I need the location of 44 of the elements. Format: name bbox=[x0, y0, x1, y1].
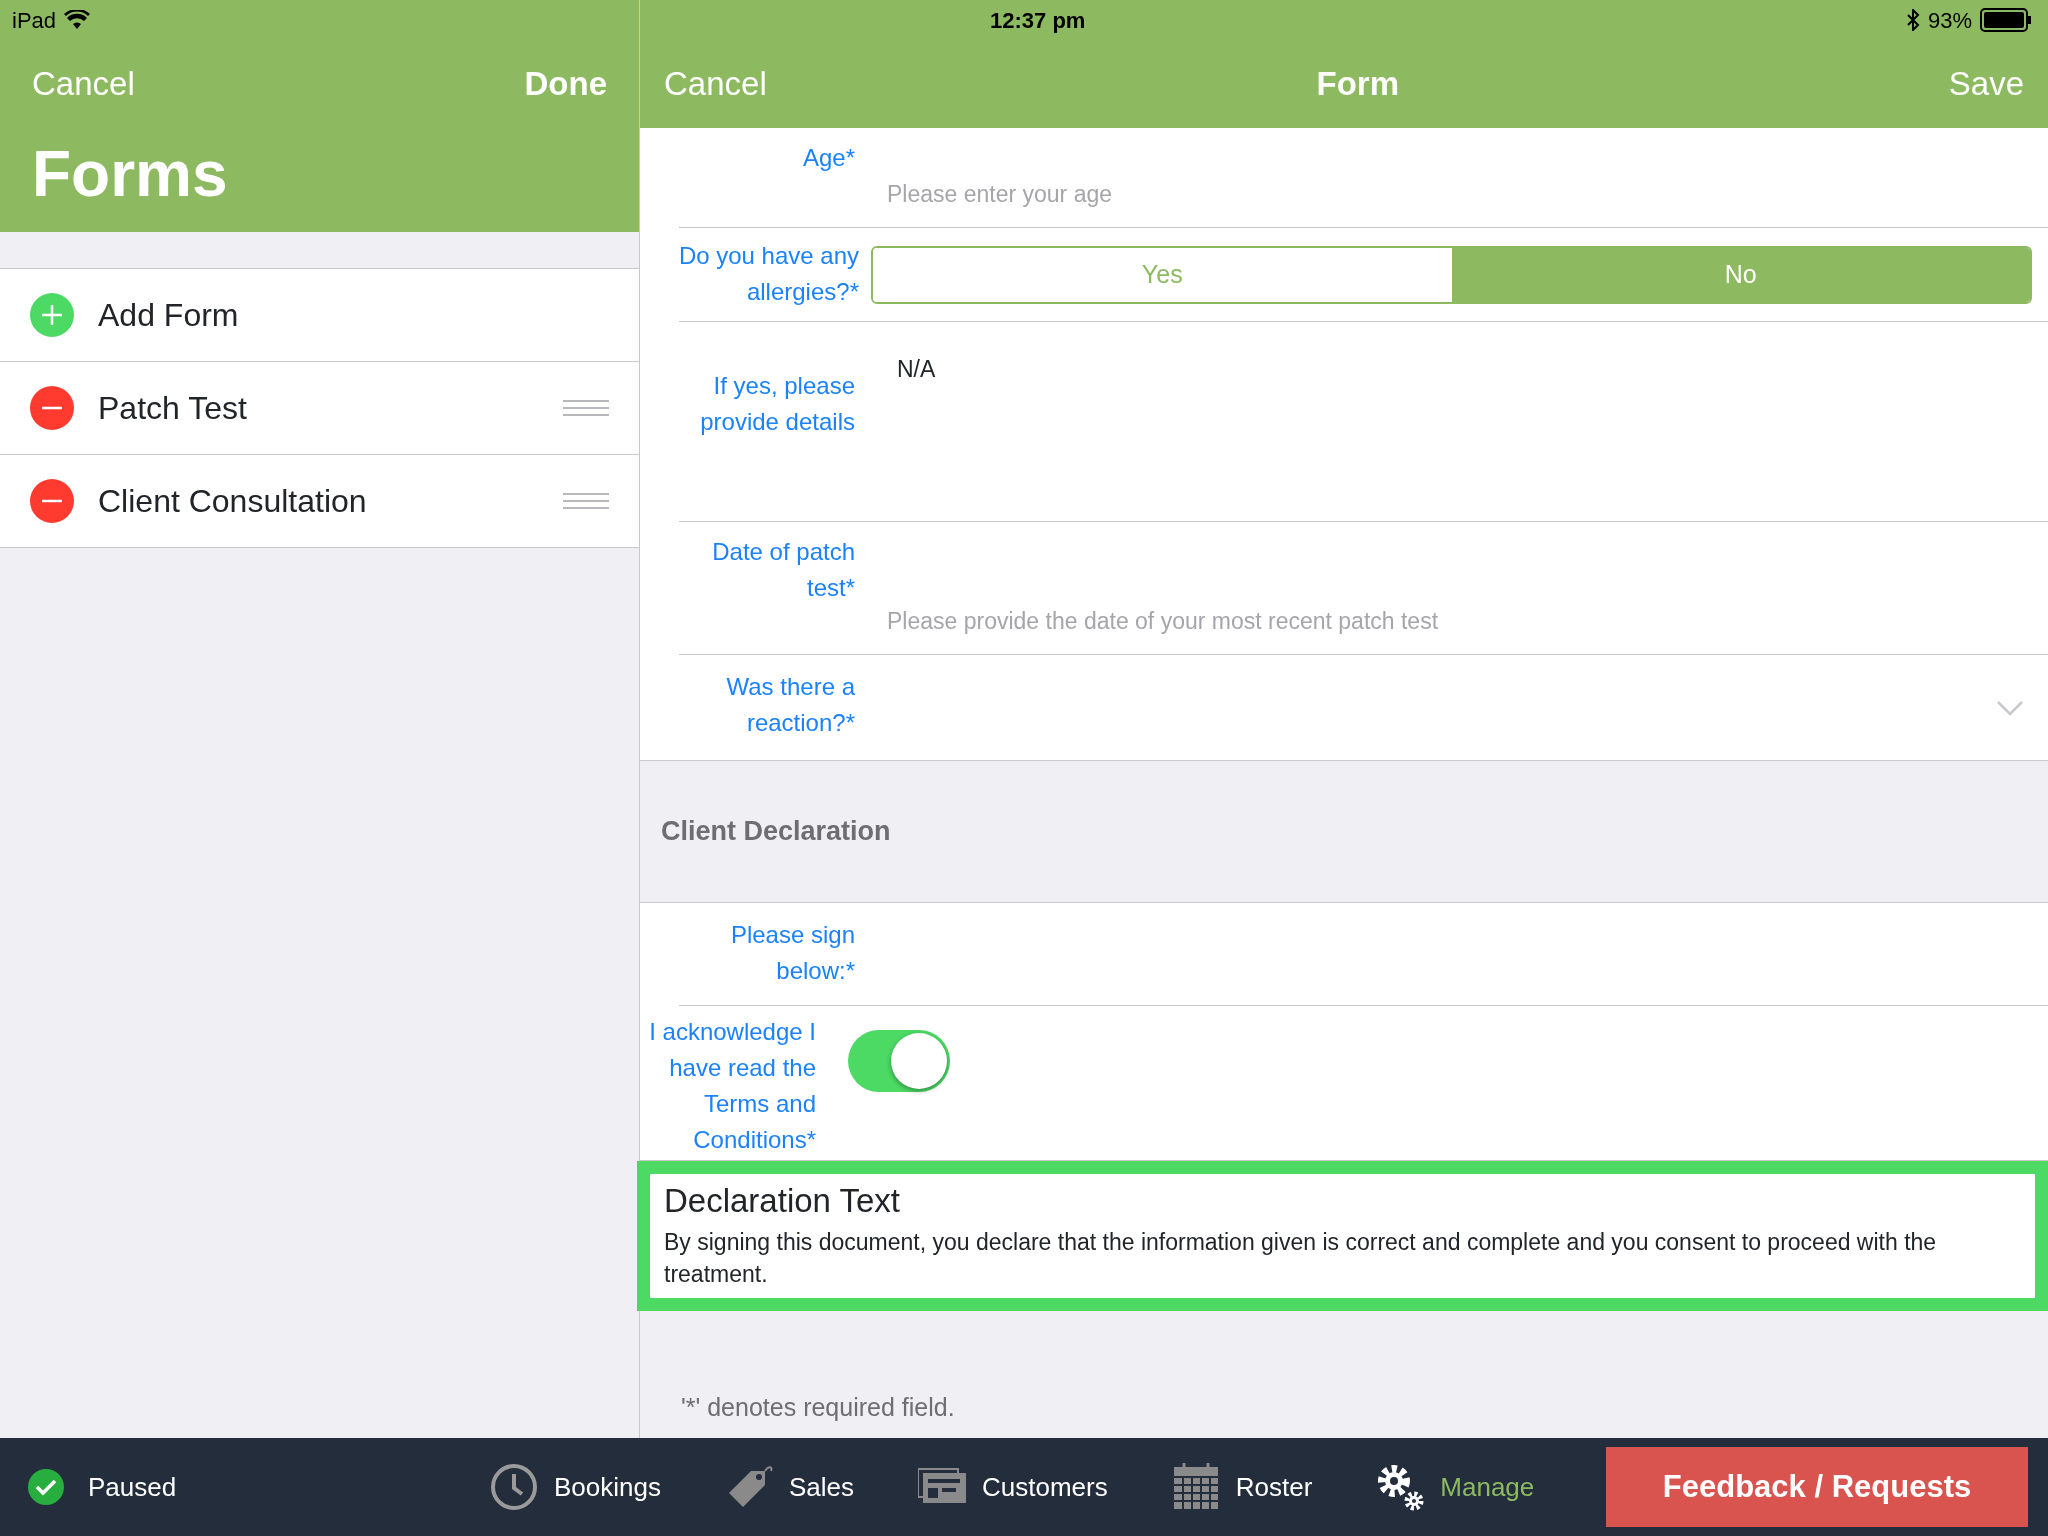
reorder-handle-icon bbox=[563, 400, 609, 416]
toggle-switch[interactable] bbox=[848, 1030, 950, 1092]
details-field-value[interactable]: N/A bbox=[897, 352, 936, 521]
section-header: Client Declaration bbox=[661, 815, 891, 849]
check-circle-icon bbox=[28, 1469, 64, 1505]
tab-item[interactable]: Sales bbox=[724, 1463, 854, 1511]
carrier-name: iPad bbox=[12, 6, 57, 35]
tab-item[interactable]: Customers bbox=[918, 1463, 1108, 1511]
field-label: If yes, please provide details bbox=[699, 371, 855, 437]
panel-title: Forms bbox=[32, 142, 229, 206]
add-icon bbox=[30, 293, 74, 337]
form-name: Client Consultation bbox=[98, 482, 368, 521]
feedback-button[interactable]: Feedback / Requests bbox=[1606, 1447, 2028, 1527]
form-name: Patch Test bbox=[98, 389, 248, 428]
field-label: Do you have any allergies?* bbox=[677, 241, 859, 307]
declaration-text: By signing this document, you declare that the information given is correct and complete and you consent to proceed with the treatment. bbox=[664, 1227, 1938, 1289]
settings-icon bbox=[1376, 1463, 1425, 1511]
tab-item[interactable]: Bookings bbox=[490, 1463, 661, 1511]
form-list-item[interactable]: Client Consultation bbox=[0, 455, 639, 548]
field-label: Please sign below:* bbox=[729, 920, 855, 986]
remove-icon bbox=[30, 386, 74, 430]
field-label: I acknowledge I have read the Terms and Conditions* bbox=[648, 1017, 816, 1155]
status-label: Paused bbox=[88, 1470, 177, 1504]
form-name: Add Form bbox=[98, 296, 240, 335]
field-label: Age* bbox=[801, 143, 855, 173]
calendar-icon bbox=[1171, 1463, 1220, 1511]
field-label: Date of patch test* bbox=[711, 537, 855, 603]
reorder-handle-icon bbox=[563, 493, 609, 509]
remove-icon bbox=[30, 479, 74, 523]
declaration-title: Declaration Text bbox=[664, 1181, 901, 1221]
form-list-item[interactable]: Patch Test bbox=[0, 362, 639, 455]
battery-percentage: 93% bbox=[1927, 6, 1972, 35]
battery-icon bbox=[1980, 8, 2032, 32]
footnote: '*' denotes required field. bbox=[681, 1391, 956, 1423]
field-label: Was there a reaction?* bbox=[725, 672, 855, 738]
form-list-item[interactable]: Add Form bbox=[0, 269, 639, 362]
wifi-icon bbox=[64, 10, 91, 30]
clock-icon bbox=[490, 1463, 538, 1511]
tab-item[interactable]: Manage bbox=[1376, 1463, 1535, 1511]
form-title: Form bbox=[1316, 64, 1399, 105]
chevron-down-icon bbox=[1996, 699, 2024, 716]
status-time: 12:37 pm bbox=[990, 6, 1086, 35]
tab-item[interactable]: Roster bbox=[1171, 1463, 1313, 1511]
bluetooth-icon bbox=[1905, 9, 1920, 31]
